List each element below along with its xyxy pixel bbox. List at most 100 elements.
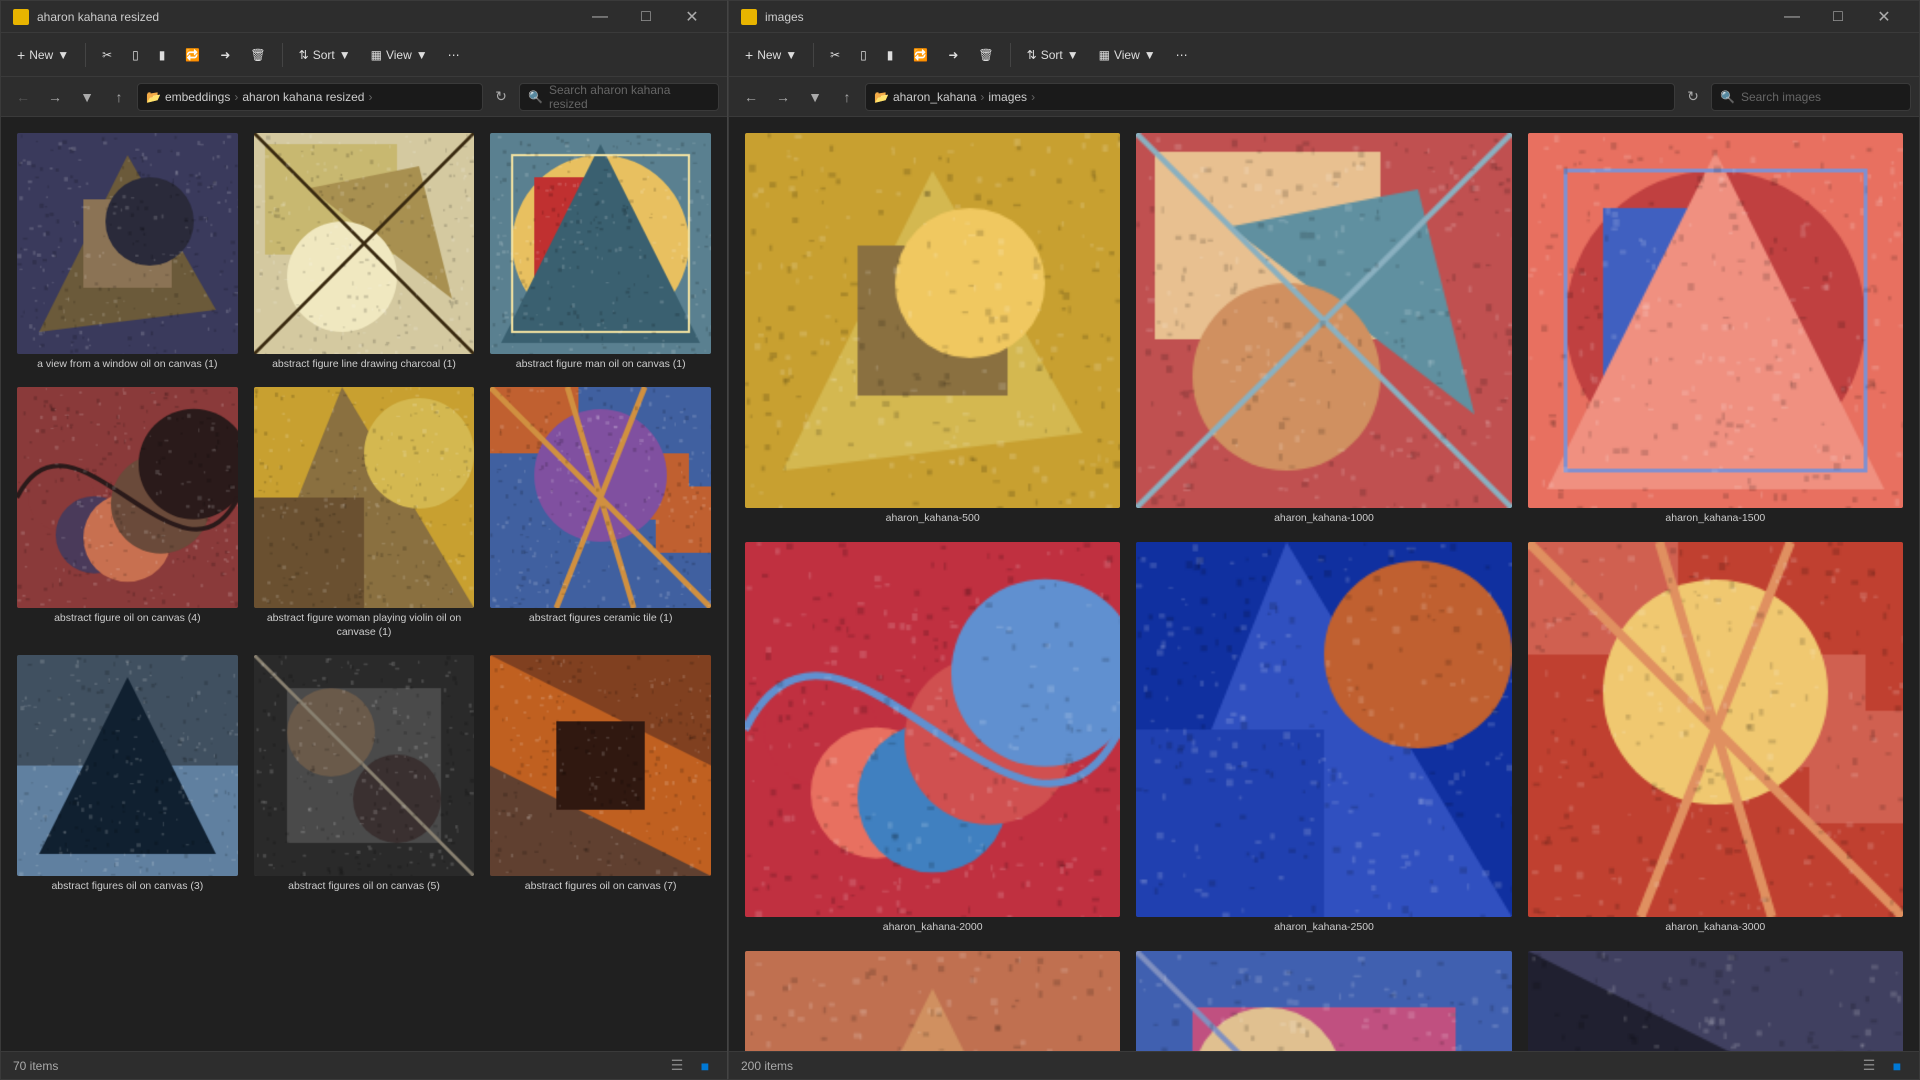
right-sort-label: Sort bbox=[1041, 48, 1063, 62]
thumbnail-canvas bbox=[17, 387, 238, 608]
left-share-button[interactable]: 🔁 bbox=[177, 44, 208, 66]
right-maximize-button[interactable]: □ bbox=[1815, 1, 1861, 33]
file-label: aharon_kahana-3000 bbox=[1665, 921, 1765, 935]
thumbnail-canvas bbox=[1528, 133, 1903, 508]
right-delete-button[interactable]: 🗑 bbox=[970, 44, 1001, 66]
right-copy-button[interactable]: ▯ bbox=[852, 44, 875, 66]
left-paste-button[interactable]: ▮ bbox=[151, 44, 174, 66]
right-new-button[interactable]: + New ▼ bbox=[737, 43, 805, 67]
file-thumbnail bbox=[745, 133, 1120, 508]
file-item[interactable]: aharon_kahana-2500 bbox=[1132, 538, 1515, 939]
left-refresh-button[interactable]: ↻ bbox=[487, 83, 515, 111]
left-item-count: 70 items bbox=[13, 1059, 58, 1073]
sort-icon: ⇅ bbox=[299, 48, 309, 62]
left-sort-chevron: ▼ bbox=[339, 48, 351, 62]
left-up-button[interactable]: ↑ bbox=[105, 83, 133, 111]
file-item[interactable]: a view from a window oil on canvas (1) bbox=[13, 129, 242, 375]
file-item[interactable]: aharon_kahana-1500 bbox=[1524, 129, 1907, 530]
left-new-button[interactable]: + New ▼ bbox=[9, 43, 77, 67]
left-move-button[interactable]: ➜ bbox=[212, 44, 238, 66]
right-close-button[interactable]: ✕ bbox=[1861, 1, 1907, 33]
right-move-button[interactable]: ➜ bbox=[940, 44, 966, 66]
right-view-button[interactable]: ▦ View ▼ bbox=[1091, 44, 1164, 66]
file-item[interactable]: aharon_kahana-4500 bbox=[1524, 947, 1907, 1051]
right-list-view-button[interactable]: ☰ bbox=[1859, 1056, 1879, 1076]
file-item[interactable]: abstract figures ceramic tile (1) bbox=[486, 383, 715, 643]
right-sort-icon: ⇅ bbox=[1027, 48, 1037, 62]
right-up-button[interactable]: ↑ bbox=[833, 83, 861, 111]
file-label: abstract figure woman playing violin oil… bbox=[254, 612, 475, 639]
file-item[interactable]: aharon_kahana-1000 bbox=[1132, 129, 1515, 530]
file-item[interactable]: abstract figures oil on canvas (5) bbox=[250, 651, 479, 897]
file-label: abstract figures oil on canvas (5) bbox=[288, 880, 440, 894]
left-maximize-button[interactable]: □ bbox=[623, 1, 669, 33]
thumbnail-canvas bbox=[17, 133, 238, 354]
file-thumbnail bbox=[1528, 133, 1903, 508]
file-item[interactable]: abstract figure oil on canvas (4) bbox=[13, 383, 242, 643]
file-item[interactable]: abstract figure woman playing violin oil… bbox=[250, 383, 479, 643]
paste-icon: ▮ bbox=[159, 48, 166, 62]
left-search-box[interactable]: 🔍 Search aharon kahana resized bbox=[519, 83, 719, 111]
file-thumbnail bbox=[490, 133, 711, 354]
right-window: images — □ ✕ + New ▼ ✂ ▯ ▮ 🔁 ➜ 🗑 ⇅ Sort … bbox=[728, 0, 1920, 1080]
right-refresh-button[interactable]: ↻ bbox=[1679, 83, 1707, 111]
left-cut-button[interactable]: ✂ bbox=[94, 44, 120, 66]
left-view-button[interactable]: ▦ View ▼ bbox=[363, 44, 436, 66]
left-copy-button[interactable]: ▯ bbox=[124, 44, 147, 66]
left-breadcrumb[interactable]: 📂 embeddings › aharon kahana resized › bbox=[137, 83, 483, 111]
left-view-chevron: ▼ bbox=[416, 48, 428, 62]
right-sort-button[interactable]: ⇅ Sort ▼ bbox=[1019, 44, 1087, 66]
left-more-button[interactable]: ⋯ bbox=[440, 44, 468, 66]
right-paste-button[interactable]: ▮ bbox=[879, 44, 902, 66]
right-view-icon: ▦ bbox=[1099, 48, 1110, 62]
right-more-button[interactable]: ⋯ bbox=[1168, 44, 1196, 66]
right-forward-button[interactable]: → bbox=[769, 83, 797, 111]
right-recent-button[interactable]: ▼ bbox=[801, 83, 829, 111]
left-breadcrumb-chevron: › bbox=[368, 90, 372, 104]
thumbnail-canvas bbox=[1528, 951, 1903, 1051]
left-new-label: New bbox=[29, 48, 53, 62]
left-address-bar: ← → ▼ ↑ 📂 embeddings › aharon kahana res… bbox=[1, 77, 727, 117]
file-label: aharon_kahana-1500 bbox=[1665, 512, 1765, 526]
file-item[interactable]: aharon_kahana-2000 bbox=[741, 538, 1124, 939]
file-label: aharon_kahana-500 bbox=[886, 512, 980, 526]
left-sort-button[interactable]: ⇅ Sort ▼ bbox=[291, 44, 359, 66]
file-item[interactable]: aharon_kahana-4000 bbox=[1132, 947, 1515, 1051]
left-back-button[interactable]: ← bbox=[9, 83, 37, 111]
left-grid-view-button[interactable]: ■ bbox=[695, 1056, 715, 1076]
right-cut-button[interactable]: ✂ bbox=[822, 44, 848, 66]
right-search-box[interactable]: 🔍 Search images bbox=[1711, 83, 1911, 111]
right-breadcrumb-chevron: › bbox=[1031, 90, 1035, 104]
right-back-button[interactable]: ← bbox=[737, 83, 765, 111]
right-share-button[interactable]: 🔁 bbox=[905, 44, 936, 66]
right-content-area[interactable]: aharon_kahana-500aharon_kahana-1000aharo… bbox=[729, 117, 1919, 1051]
file-item[interactable]: abstract figures oil on canvas (7) bbox=[486, 651, 715, 897]
left-close-button[interactable]: ✕ bbox=[669, 1, 715, 33]
right-toolbar-sep1 bbox=[813, 43, 814, 67]
thumbnail-canvas bbox=[1528, 542, 1903, 917]
left-delete-button[interactable]: 🗑 bbox=[242, 44, 273, 66]
right-breadcrumb[interactable]: 📂 aharon_kahana › images › bbox=[865, 83, 1675, 111]
right-grid-view-button[interactable]: ■ bbox=[1887, 1056, 1907, 1076]
file-item[interactable]: abstract figure line drawing charcoal (1… bbox=[250, 129, 479, 375]
share-icon: 🔁 bbox=[185, 48, 200, 62]
file-item[interactable]: aharon_kahana-500 bbox=[741, 129, 1124, 530]
file-label: abstract figure man oil on canvas (1) bbox=[516, 358, 686, 372]
left-forward-button[interactable]: → bbox=[41, 83, 69, 111]
left-minimize-button[interactable]: — bbox=[577, 1, 623, 33]
file-item[interactable]: abstract figures oil on canvas (3) bbox=[13, 651, 242, 897]
left-content-area[interactable]: a view from a window oil on canvas (1) ab… bbox=[1, 117, 727, 1051]
file-item[interactable]: abstract figure man oil on canvas (1) bbox=[486, 129, 715, 375]
file-item[interactable]: aharon_kahana-3500 bbox=[741, 947, 1124, 1051]
file-item[interactable]: aharon_kahana-3000 bbox=[1524, 538, 1907, 939]
right-minimize-button[interactable]: — bbox=[1769, 1, 1815, 33]
left-dropdown-button[interactable]: ▼ bbox=[73, 83, 101, 111]
right-file-grid: aharon_kahana-500aharon_kahana-1000aharo… bbox=[741, 129, 1907, 1051]
right-move-icon: ➜ bbox=[948, 48, 958, 62]
right-share-icon: 🔁 bbox=[913, 48, 928, 62]
left-search-placeholder: Search aharon kahana resized bbox=[549, 83, 710, 111]
right-sort-chevron: ▼ bbox=[1067, 48, 1079, 62]
left-list-view-button[interactable]: ☰ bbox=[667, 1056, 687, 1076]
right-window-title: images bbox=[765, 10, 1761, 24]
file-label: a view from a window oil on canvas (1) bbox=[37, 358, 217, 372]
